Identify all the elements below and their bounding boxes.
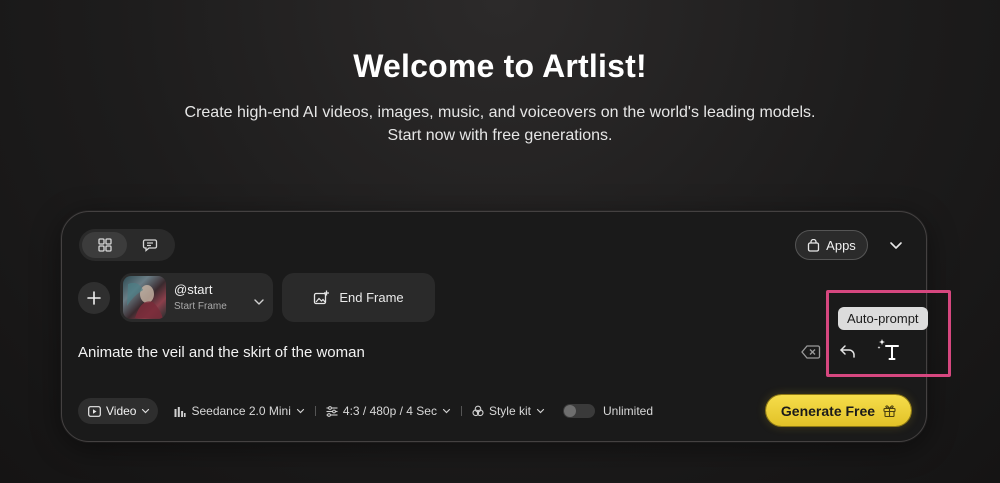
chevron-down-icon xyxy=(254,299,264,305)
media-type-dropdown[interactable]: Video xyxy=(78,398,159,424)
start-frame-selector[interactable]: @start Start Frame xyxy=(120,273,273,322)
grid-mode-button[interactable] xyxy=(82,232,127,258)
generate-button[interactable]: Generate Free xyxy=(766,395,911,426)
prompt-input[interactable]: Animate the veil and the skirt of the wo… xyxy=(78,344,365,361)
prompt-panel: Apps @start Start Frame End Frame Animat… xyxy=(61,211,927,442)
unlimited-toggle[interactable] xyxy=(562,404,595,418)
mode-toggle xyxy=(79,229,175,261)
style-kit-icon xyxy=(472,405,484,417)
subtitle-line-1: Create high-end AI videos, images, music… xyxy=(184,104,816,121)
output-settings-label: 4:3 / 480p / 4 Sec xyxy=(342,404,437,418)
chevron-down-icon xyxy=(296,408,304,414)
page-title: Welcome to Artlist! xyxy=(353,48,647,84)
end-frame-button[interactable]: End Frame xyxy=(282,273,435,322)
plus-icon xyxy=(87,291,101,305)
unlimited-label: Unlimited xyxy=(602,404,653,418)
video-icon xyxy=(88,405,101,417)
chevron-down-icon xyxy=(442,408,451,414)
model-label: Seedance 2.0 Mini xyxy=(191,404,291,418)
divider xyxy=(460,406,462,416)
apps-button[interactable]: Apps xyxy=(795,230,868,260)
bars-icon xyxy=(174,406,187,417)
chevron-down-icon xyxy=(890,242,902,249)
image-add-icon xyxy=(314,290,330,304)
page-subtitle: Create high-end AI videos, images, music… xyxy=(0,101,1000,147)
gift-icon xyxy=(883,405,896,417)
collapse-button[interactable] xyxy=(884,234,908,258)
bag-icon xyxy=(808,238,820,252)
subtitle-line-2: Start now with free generations. xyxy=(387,127,613,144)
output-settings-dropdown[interactable]: 4:3 / 480p / 4 Sec xyxy=(326,404,451,418)
start-frame-label: @start xyxy=(174,282,213,297)
add-button[interactable] xyxy=(78,282,110,314)
sliders-icon xyxy=(326,405,338,417)
toggle-knob xyxy=(563,405,576,417)
start-frame-sublabel: Start Frame xyxy=(174,301,227,312)
style-kit-dropdown[interactable]: Style kit xyxy=(472,404,545,418)
apps-label: Apps xyxy=(826,237,856,253)
highlight-box xyxy=(826,290,951,377)
media-type-label: Video xyxy=(106,404,137,418)
chat-icon xyxy=(142,239,157,252)
chat-mode-button[interactable] xyxy=(127,232,172,258)
style-kit-label: Style kit xyxy=(488,404,531,418)
grid-icon xyxy=(97,238,112,252)
start-frame-thumbnail xyxy=(123,276,166,319)
clear-prompt-icon[interactable] xyxy=(801,344,821,360)
end-frame-label: End Frame xyxy=(339,290,404,305)
chevron-down-icon xyxy=(142,408,150,414)
chevron-down-icon xyxy=(536,408,545,414)
generate-label: Generate Free xyxy=(780,402,876,419)
divider xyxy=(314,406,316,416)
model-dropdown[interactable]: Seedance 2.0 Mini xyxy=(174,404,304,418)
generation-settings-bar: Video Seedance 2.0 Mini 4:3 / 480p / 4 S… xyxy=(78,397,698,425)
